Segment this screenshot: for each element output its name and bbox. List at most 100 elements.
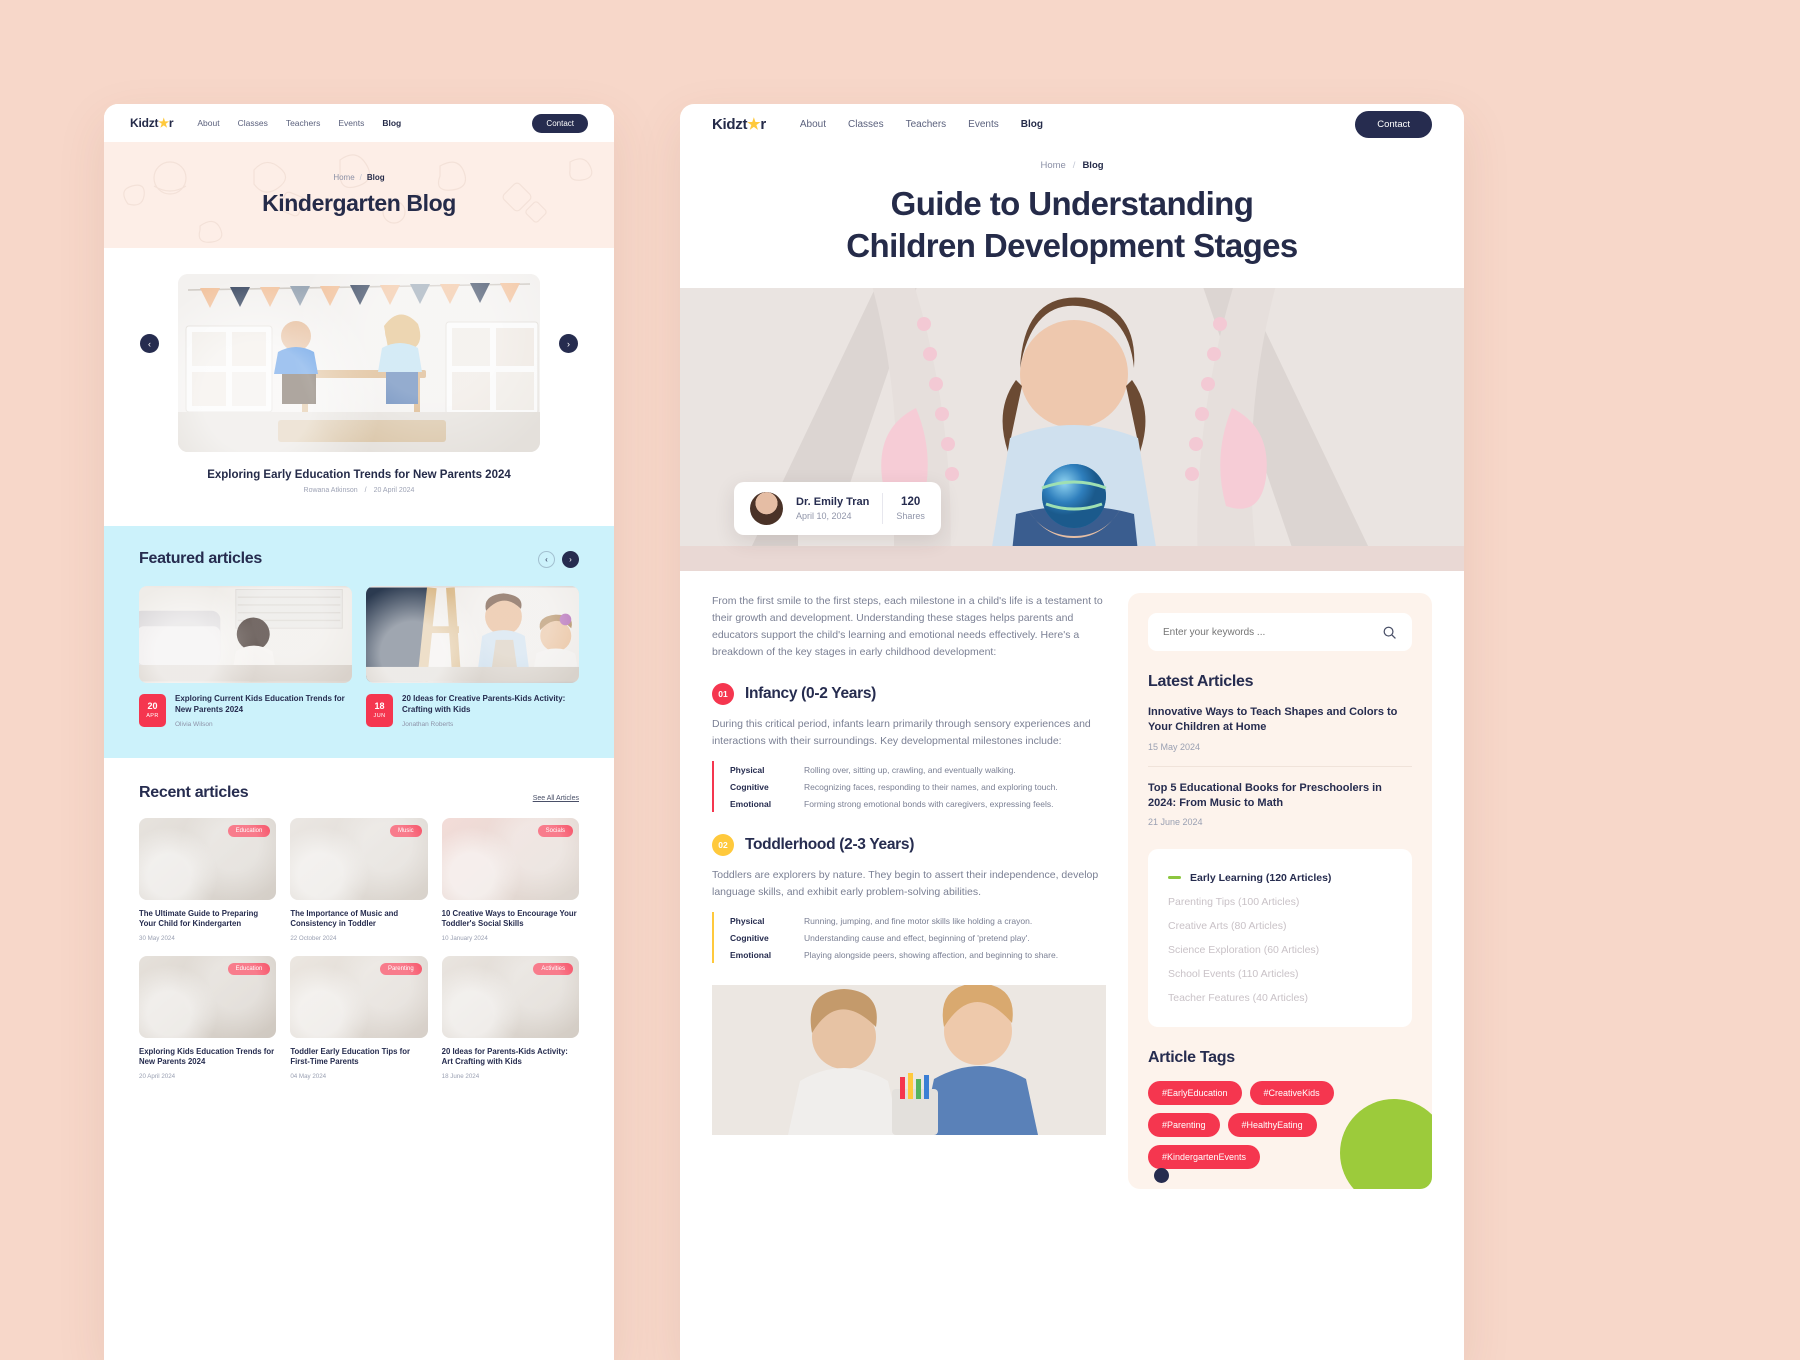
list-item[interactable]: Top 5 Educational Books for Preschoolers…	[1148, 767, 1412, 841]
star-icon: ★	[158, 116, 169, 130]
recent-title[interactable]: Exploring Kids Education Trends for New …	[139, 1047, 276, 1068]
category-badge[interactable]: Socials	[537, 824, 573, 837]
contact-button[interactable]: Contact	[532, 113, 588, 133]
recent-date: 10 January 2024	[441, 934, 488, 942]
featured-card-author: Olivia Wilson	[175, 720, 213, 728]
nav-item-events[interactable]: Events	[968, 119, 999, 130]
date-chip-day: 18	[374, 701, 385, 711]
list-item[interactable]: Innovative Ways to Teach Shapes and Colo…	[1148, 691, 1412, 767]
category-item-teacher-features[interactable]: Teacher Features (40 Articles)	[1168, 986, 1392, 1010]
stage-number-badge: 01	[712, 683, 734, 706]
shares-count: 120	[901, 496, 921, 509]
article-tags-heading: Article Tags	[1148, 1048, 1235, 1066]
category-badge[interactable]: Education	[227, 824, 271, 837]
slide-title[interactable]: Exploring Early Education Trends for New…	[104, 469, 614, 481]
stage-header: 02 Toddlerhood (2-3 Years)	[712, 834, 1106, 857]
breadcrumb-home[interactable]: Home	[1040, 160, 1065, 171]
list-item[interactable]: Music The Importance of Music and Consis…	[290, 817, 428, 942]
latest-article-title[interactable]: Innovative Ways to Teach Shapes and Colo…	[1148, 705, 1412, 735]
category-badge[interactable]: Activities	[533, 962, 573, 975]
milestone-row: Physical Rolling over, sitting up, crawl…	[730, 761, 1106, 778]
featured-image	[366, 586, 579, 683]
nav-item-classes[interactable]: Classes	[238, 118, 268, 128]
list-item[interactable]: Parenting Toddler Early Education Tips f…	[290, 955, 428, 1080]
featured-card-title[interactable]: Exploring Current Kids Education Trends …	[175, 694, 352, 716]
logo[interactable]: Kidzt★r	[712, 115, 766, 133]
search-box[interactable]	[1148, 613, 1412, 652]
tag-chip[interactable]: #HealthyEating	[1227, 1112, 1317, 1137]
recent-date: 22 October 2024	[290, 934, 337, 942]
latest-article-title[interactable]: Top 5 Educational Books for Preschoolers…	[1148, 781, 1412, 811]
slide-image[interactable]	[178, 274, 540, 452]
milestone-key: Physical	[730, 764, 765, 775]
category-badge[interactable]: Education	[227, 962, 271, 975]
category-label: Early Learning (120 Articles)	[1190, 871, 1332, 884]
nav-item-blog[interactable]: Blog	[1021, 119, 1043, 130]
page-title: Kindergarten Blog	[262, 190, 456, 216]
recent-title[interactable]: 20 Ideas for Parents-Kids Activity: Art …	[442, 1047, 579, 1068]
nav-item-classes[interactable]: Classes	[848, 119, 884, 130]
recent-grid: Education The Ultimate Guide to Preparin…	[139, 817, 579, 1080]
nav-item-teachers[interactable]: Teachers	[286, 118, 321, 128]
recent-date: 20 April 2024	[139, 1072, 176, 1080]
recent-image: Socials	[441, 817, 579, 900]
slide-author: Rowana Atkinson	[303, 487, 358, 494]
category-badge[interactable]: Music	[389, 824, 422, 837]
stage-header: 01 Infancy (0-2 Years)	[712, 683, 1106, 706]
list-item[interactable]: Education The Ultimate Guide to Preparin…	[139, 817, 277, 942]
tag-chip[interactable]: #EarlyEducation	[1148, 1080, 1242, 1105]
list-item[interactable]: Socials 10 Creative Ways to Encourage Yo…	[441, 817, 579, 942]
recent-title[interactable]: The Ultimate Guide to Preparing Your Chi…	[139, 909, 276, 930]
latest-article-date: 15 May 2024	[1148, 741, 1201, 752]
milestone-value: Forming strong emotional bonds with care…	[804, 798, 1054, 809]
search-icon[interactable]	[1382, 625, 1397, 640]
tag-chip[interactable]: #KindergartenEvents	[1148, 1144, 1261, 1169]
featured-card-text: Exploring Current Kids Education Trends …	[175, 694, 352, 728]
featured-card[interactable]: 20 APR Exploring Current Kids Education …	[139, 586, 352, 728]
featured-card[interactable]: 18 JUN 20 Ideas for Creative Parents-Kid…	[366, 586, 579, 728]
logo-text-pre: Kidzt	[712, 116, 748, 133]
category-item-school-events[interactable]: School Events (110 Articles)	[1168, 962, 1392, 986]
stage-number-badge: 02	[712, 834, 734, 857]
featured-card-title[interactable]: 20 Ideas for Creative Parents-Kids Activ…	[402, 694, 579, 716]
nav-item-teachers[interactable]: Teachers	[906, 119, 947, 130]
recent-title[interactable]: The Importance of Music and Consistency …	[290, 909, 427, 930]
breadcrumb-home[interactable]: Home	[333, 173, 354, 182]
nav-item-events[interactable]: Events	[338, 118, 364, 128]
search-input[interactable]	[1163, 626, 1382, 638]
contact-button[interactable]: Contact	[1355, 110, 1432, 138]
category-item-creative-arts[interactable]: Creative Arts (80 Articles)	[1168, 914, 1392, 938]
article-title: Guide to Understanding Children Developm…	[680, 183, 1464, 266]
featured-card-row: 20 APR Exploring Current Kids Education …	[139, 586, 579, 728]
latest-articles-heading: Latest Articles	[1148, 673, 1254, 691]
nav-item-about[interactable]: About	[800, 119, 826, 130]
category-item-parenting-tips[interactable]: Parenting Tips (100 Articles)	[1168, 890, 1392, 914]
recent-title[interactable]: 10 Creative Ways to Encourage Your Toddl…	[442, 909, 579, 930]
milestone-value: Recognizing faces, responding to their n…	[804, 781, 1058, 792]
tag-chip[interactable]: #Parenting	[1148, 1112, 1220, 1137]
nav-item-blog[interactable]: Blog	[382, 118, 401, 128]
see-all-articles-link[interactable]: See All Articles	[533, 795, 579, 802]
featured-next-button[interactable]: ›	[562, 550, 579, 568]
active-dash-icon	[1168, 876, 1181, 880]
slider-next-button[interactable]: ›	[559, 334, 578, 353]
featured-card-text: 20 Ideas for Creative Parents-Kids Activ…	[402, 694, 579, 728]
milestone-key: Emotional	[730, 798, 772, 809]
list-item[interactable]: Activities 20 Ideas for Parents-Kids Act…	[441, 955, 579, 1080]
breadcrumb-current: Blog	[1082, 160, 1104, 171]
recent-title[interactable]: Toddler Early Education Tips for First-T…	[290, 1047, 427, 1068]
logo[interactable]: Kidzt★r	[130, 116, 174, 130]
slider-prev-button[interactable]: ‹	[140, 334, 159, 353]
milestone-row: Emotional Forming strong emotional bonds…	[730, 795, 1106, 812]
blog-detail-panel: Kidzt★r About Classes Teachers Events Bl…	[680, 104, 1464, 1360]
category-item-science-exploration[interactable]: Science Exploration (60 Articles)	[1168, 938, 1392, 962]
logo-text-pre: Kidzt	[130, 116, 159, 130]
milestone-key: Cognitive	[730, 781, 769, 792]
list-item[interactable]: Education Exploring Kids Education Trend…	[139, 955, 277, 1080]
article-intro: From the first smile to the first steps,…	[712, 595, 1103, 659]
tag-chip[interactable]: #CreativeKids	[1249, 1080, 1334, 1105]
category-item-early-learning[interactable]: Early Learning (120 Articles)	[1168, 866, 1392, 890]
category-badge[interactable]: Parenting	[379, 962, 422, 975]
featured-prev-button[interactable]: ‹	[538, 550, 555, 568]
nav-item-about[interactable]: About	[197, 118, 219, 128]
